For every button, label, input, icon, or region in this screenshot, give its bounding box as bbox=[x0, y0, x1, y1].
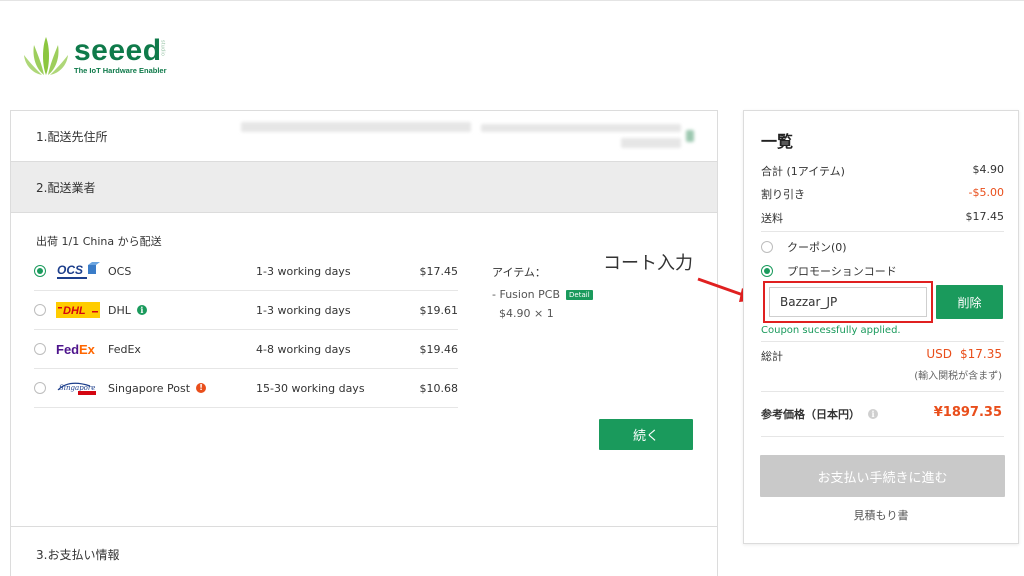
promo-code-option[interactable]: プロモーションコード bbox=[761, 263, 897, 279]
svg-text:Singapore: Singapore bbox=[59, 384, 95, 392]
carrier-days-singapore-post: 15-30 working days bbox=[256, 381, 365, 395]
shipment-title: 出荷 1/1 China から配送 bbox=[36, 235, 162, 248]
carrier-radio-singapore-post[interactable] bbox=[34, 382, 46, 394]
subtotal-value: $4.90 bbox=[972, 163, 1005, 176]
tax-note: (輸入関税が含まず) bbox=[914, 371, 1002, 382]
total-amount: $17.35 bbox=[960, 347, 1002, 361]
reference-info-icon[interactable]: i bbox=[868, 409, 878, 419]
carrier-row-singapore-post[interactable]: Singapore Singapore Post ! 15-30 working… bbox=[34, 369, 458, 408]
summary-title: 一覧 bbox=[761, 132, 794, 151]
carrier-price-ocs: $17.45 bbox=[419, 264, 459, 278]
carrier-row-fedex[interactable]: Fed Ex FedEx 4-8 working days $19.46 bbox=[34, 330, 458, 369]
reference-price-value: ¥1897.35 bbox=[933, 405, 1002, 420]
proceed-to-payment-button[interactable]: お支払い手続きに進む bbox=[760, 455, 1005, 497]
coupon-option[interactable]: クーポン(0) bbox=[761, 239, 847, 255]
payment-section-title: 3.お支払い情報 bbox=[36, 547, 120, 562]
discount-label: 割り引き bbox=[761, 188, 805, 201]
payment-section-header[interactable]: 3.お支払い情報 bbox=[11, 526, 717, 576]
top-border bbox=[0, 0, 1024, 4]
detail-button[interactable]: Detail bbox=[566, 289, 593, 300]
carrier-price-singapore-post: $10.68 bbox=[419, 381, 459, 395]
items-label: アイテム： bbox=[492, 266, 546, 279]
promo-code-radio[interactable] bbox=[761, 265, 773, 277]
fedex-logo-icon: Fed Ex bbox=[56, 339, 100, 359]
ocs-logo-icon: OCS bbox=[56, 261, 100, 281]
total-currency: USD bbox=[926, 347, 952, 361]
svg-text:Ex: Ex bbox=[79, 342, 96, 357]
carrier-name-dhl: DHL i bbox=[108, 304, 147, 317]
promo-code-option-label: プロモーションコード bbox=[787, 265, 897, 278]
carrier-days-dhl: 1-3 working days bbox=[256, 303, 351, 317]
carrier-row-ocs[interactable]: OCS OCS 1-3 working days $17.45 bbox=[34, 252, 458, 291]
delete-promo-button[interactable]: 削除 bbox=[936, 285, 1003, 319]
total-label: 総計 bbox=[761, 350, 783, 363]
carrier-section-title: 2.配送業者 bbox=[36, 180, 96, 195]
svg-text:DHL: DHL bbox=[63, 305, 86, 317]
annotation-label: コート入力 bbox=[603, 253, 693, 274]
reference-divider bbox=[761, 391, 1004, 392]
brand-superscript: studio bbox=[159, 40, 166, 57]
promo-code-input[interactable] bbox=[769, 287, 927, 317]
checkout-divider bbox=[761, 436, 1004, 437]
dhl-info-icon[interactable]: i bbox=[136, 305, 147, 315]
summary-divider bbox=[761, 231, 1004, 232]
blurred-address bbox=[241, 120, 696, 154]
carrier-name-ocs: OCS bbox=[108, 264, 132, 278]
address-section-title: 1.配送先住所 bbox=[36, 129, 108, 144]
address-section-header[interactable]: 1.配送先住所 bbox=[11, 111, 717, 162]
seeed-logo[interactable]: seeed studio The IoT Hardware Enabler bbox=[22, 34, 167, 78]
total-divider bbox=[761, 341, 1004, 342]
carrier-name-singapore-post: Singapore Post ! bbox=[108, 382, 207, 395]
subtotal-row: 合計 (1アイテム) $4.90 bbox=[761, 163, 1004, 179]
carrier-radio-ocs[interactable] bbox=[34, 265, 46, 277]
reference-price-label: 参考価格（日本円） i bbox=[761, 406, 878, 422]
shipping-value: $17.45 bbox=[965, 210, 1005, 223]
carrier-radio-dhl[interactable] bbox=[34, 304, 46, 316]
shipping-row: 送料 $17.45 bbox=[761, 210, 1004, 226]
coupon-success-message: Coupon sucessfully applied. bbox=[761, 325, 901, 336]
total-value: USD $17.35 bbox=[926, 347, 1002, 361]
singapore-post-logo-icon: Singapore bbox=[56, 378, 100, 398]
carrier-days-ocs: 1-3 working days bbox=[256, 264, 351, 278]
singapore-post-warning-icon[interactable]: ! bbox=[196, 383, 207, 393]
svg-text:OCS: OCS bbox=[57, 263, 83, 277]
item-line: - Fusion PCB Detail bbox=[492, 288, 593, 301]
leaf-logo-icon bbox=[24, 37, 68, 75]
quotation-link[interactable]: 見積もり書 bbox=[744, 507, 1018, 523]
order-summary-panel: 一覧 合計 (1アイテム) $4.90 割り引き -$5.00 送料 $17.4… bbox=[743, 110, 1019, 544]
discount-row: 割り引き -$5.00 bbox=[761, 186, 1004, 202]
carrier-section-header[interactable]: 2.配送業者 bbox=[11, 162, 717, 213]
carrier-row-dhl[interactable]: DHL DHL i 1-3 working days $19.61 bbox=[34, 291, 458, 330]
carrier-days-fedex: 4-8 working days bbox=[256, 342, 351, 356]
carrier-price-fedex: $19.46 bbox=[419, 342, 459, 356]
svg-text:Fed: Fed bbox=[56, 342, 79, 357]
coupon-option-label: クーポン(0) bbox=[787, 241, 847, 254]
coupon-radio[interactable] bbox=[761, 241, 773, 253]
carrier-name-fedex: FedEx bbox=[108, 342, 141, 356]
subtotal-label: 合計 (1アイテム) bbox=[761, 165, 845, 178]
promo-code-highlight bbox=[763, 281, 933, 323]
shipping-label: 送料 bbox=[761, 212, 783, 225]
discount-value: -$5.00 bbox=[968, 186, 1004, 199]
carrier-radio-fedex[interactable] bbox=[34, 343, 46, 355]
items-summary: アイテム： - Fusion PCB Detail $4.90 × 1 bbox=[492, 264, 593, 320]
brand-tagline: The IoT Hardware Enabler bbox=[74, 66, 167, 75]
brand-name: seeed studio bbox=[74, 36, 167, 66]
dhl-logo-icon: DHL bbox=[56, 300, 100, 320]
item-name: - Fusion PCB bbox=[492, 288, 561, 301]
item-price: $4.90 × 1 bbox=[499, 307, 554, 320]
checkout-steps-panel: 1.配送先住所 2.配送業者 出荷 1/1 China から配送 OCS OCS… bbox=[10, 110, 718, 576]
continue-button[interactable]: 続く bbox=[599, 419, 693, 450]
carrier-price-dhl: $19.61 bbox=[419, 303, 459, 317]
